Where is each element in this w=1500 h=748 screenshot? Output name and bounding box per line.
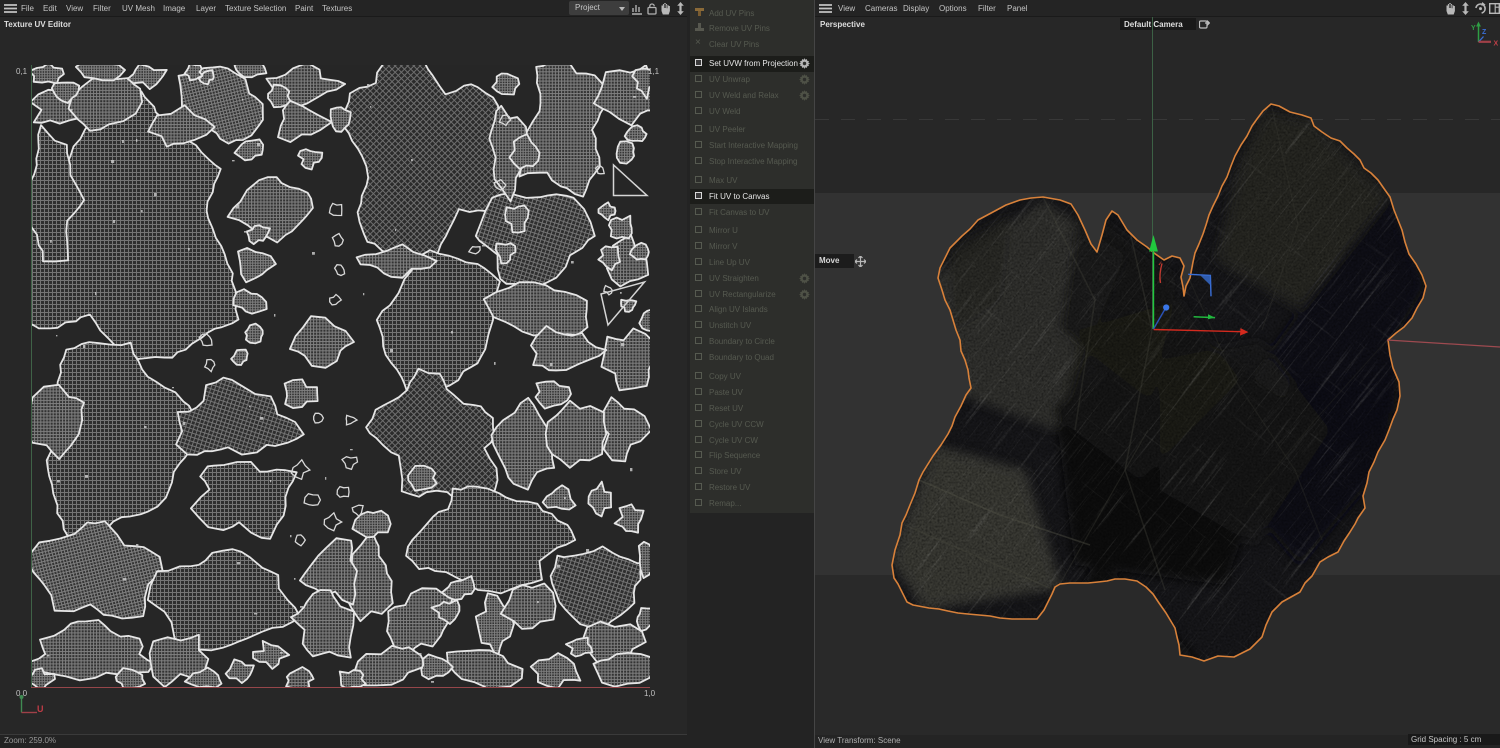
svg-text:Z: Z	[1482, 29, 1487, 36]
svg-text:X: X	[1494, 41, 1499, 48]
svg-text:Y: Y	[1471, 25, 1476, 32]
